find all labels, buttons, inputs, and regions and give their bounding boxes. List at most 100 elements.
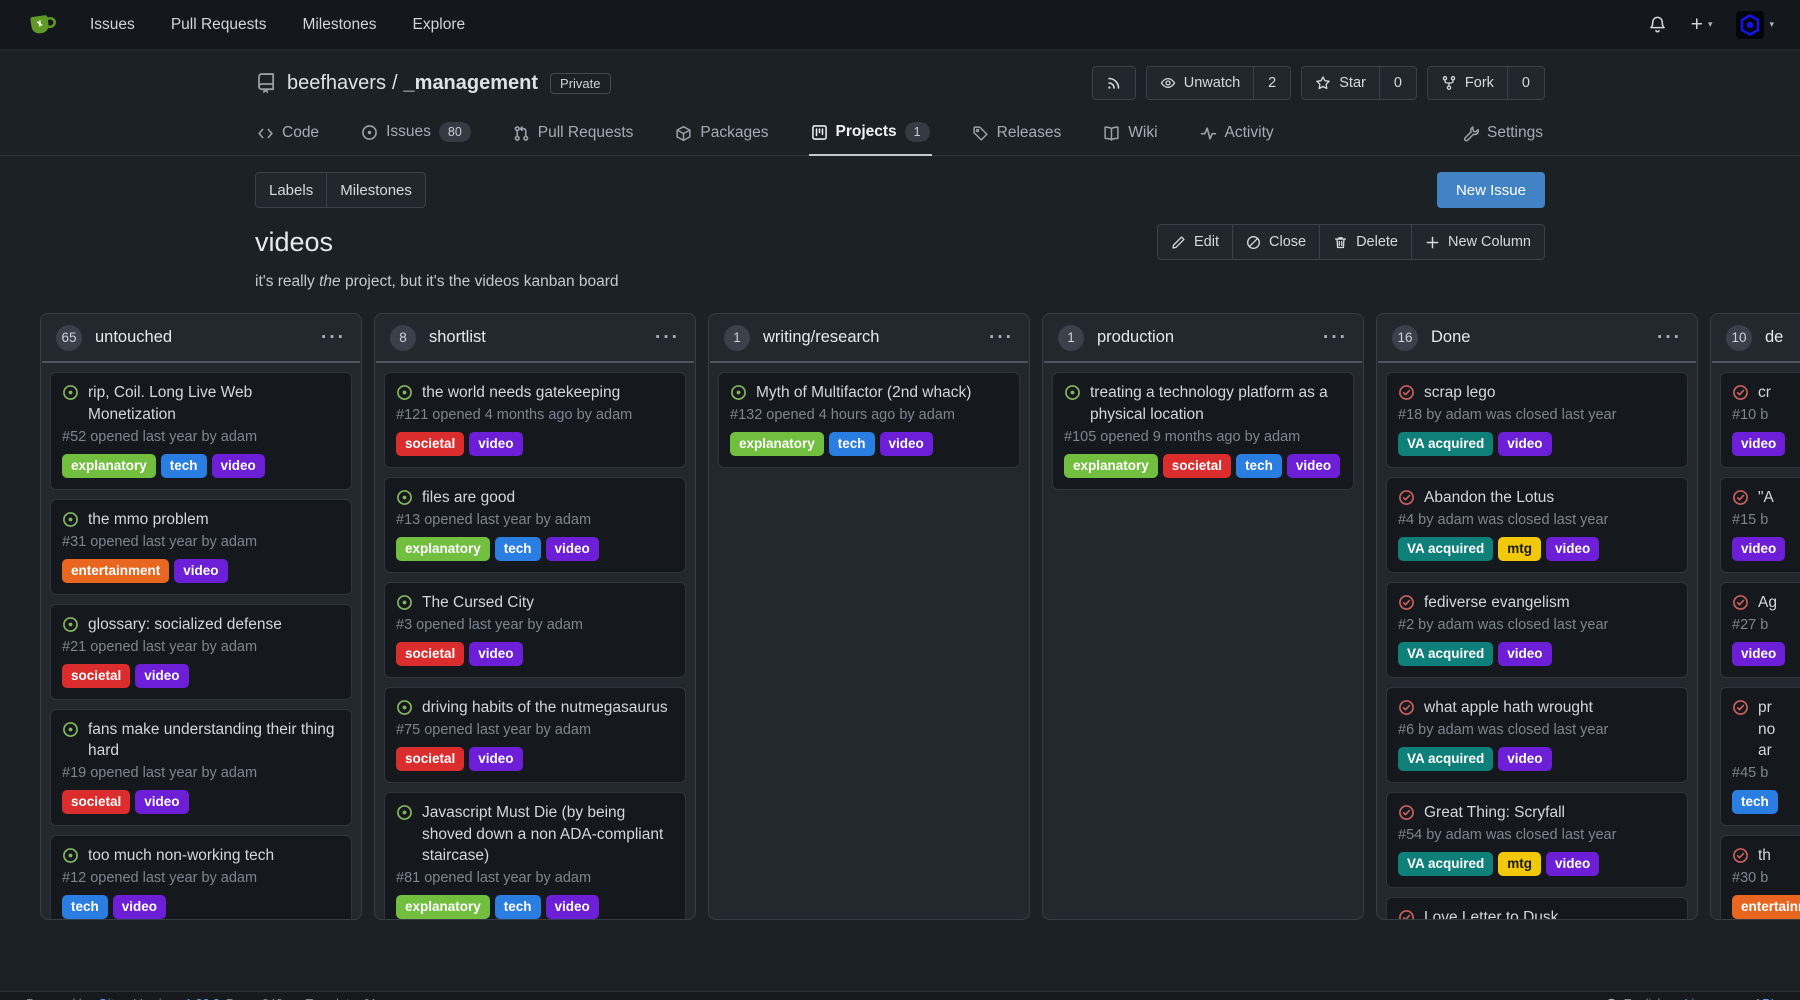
watchers-count[interactable]: 2: [1254, 66, 1291, 100]
issue-card[interactable]: treating a technology platform as a phys…: [1052, 372, 1354, 490]
issue-card[interactable]: what apple hath wrought#6 by adam was cl…: [1386, 687, 1688, 783]
column-title: writing/research: [763, 328, 879, 347]
column-menu-button[interactable]: ···: [1323, 332, 1348, 343]
issue-meta: #105 opened 9 months ago by adam: [1064, 429, 1342, 445]
issue-card[interactable]: the mmo problem#31 opened last year by a…: [50, 499, 352, 595]
issue-label: video: [1287, 454, 1340, 478]
column-header: 1writing/research···: [709, 314, 1029, 361]
issue-title-text: the mmo problem: [88, 509, 209, 531]
labels-milestones-group: Labels Milestones: [255, 172, 426, 208]
rss-button[interactable]: [1092, 66, 1136, 100]
column-menu-button[interactable]: ···: [321, 332, 346, 343]
issue-meta: #30 b: [1732, 870, 1800, 886]
issue-card[interactable]: Ag#27 bvideo: [1720, 582, 1800, 678]
close-button[interactable]: Close: [1233, 224, 1320, 260]
board-column: 8shortlist···the world needs gatekeeping…: [374, 313, 696, 920]
tab-code[interactable]: Code: [255, 118, 321, 156]
repo-book-icon: [255, 72, 277, 94]
tab-issues[interactable]: Issues 80: [359, 116, 473, 156]
issue-label: tech: [495, 537, 541, 561]
issue-card[interactable]: "A#15 bvideo: [1720, 477, 1800, 573]
issue-card[interactable]: The Cursed City#3 opened last year by ad…: [384, 582, 686, 678]
new-column-button[interactable]: New Column: [1412, 224, 1545, 260]
nav-explore[interactable]: Explore: [413, 16, 466, 34]
stars-count[interactable]: 0: [1380, 66, 1417, 100]
issue-card[interactable]: cr#10 bvideo: [1720, 372, 1800, 468]
notifications-bell-icon[interactable]: [1648, 15, 1667, 34]
issue-card[interactable]: Myth of Multifactor (2nd whack)#132 open…: [718, 372, 1020, 468]
issue-card[interactable]: pr no ar#45 btech: [1720, 687, 1800, 826]
project-toolbar: Labels Milestones New Issue: [255, 172, 1545, 208]
fork-button[interactable]: Fork: [1427, 66, 1508, 100]
star-button[interactable]: Star: [1301, 66, 1380, 100]
column-menu-button[interactable]: ···: [989, 332, 1014, 343]
issue-card[interactable]: the world needs gatekeeping#121 opened 4…: [384, 372, 686, 468]
unwatch-button[interactable]: Unwatch: [1146, 66, 1254, 100]
issue-open-icon: [396, 594, 413, 614]
tab-activity[interactable]: Activity: [1198, 118, 1276, 156]
milestones-button[interactable]: Milestones: [327, 172, 426, 208]
issue-card-title: the world needs gatekeeping: [396, 382, 674, 404]
labels-button[interactable]: Labels: [255, 172, 327, 208]
issue-card[interactable]: rip, Coil. Long Live Web Monetization#52…: [50, 372, 352, 490]
chevron-down-icon: ▾: [1769, 19, 1774, 30]
issue-title-text: Love Letter to Dusk: [1424, 907, 1558, 919]
edit-button[interactable]: Edit: [1157, 224, 1233, 260]
issue-card[interactable]: th#30 bentertainment: [1720, 835, 1800, 919]
column-menu-button[interactable]: ···: [655, 332, 680, 343]
navbar-right: + ▾ ▾: [1648, 11, 1774, 39]
issue-card[interactable]: scrap lego#18 by adam was closed last ye…: [1386, 372, 1688, 468]
new-issue-button[interactable]: New Issue: [1437, 172, 1545, 208]
issue-card[interactable]: Abandon the Lotus#4 by adam was closed l…: [1386, 477, 1688, 573]
forks-count[interactable]: 0: [1508, 66, 1545, 100]
project-actions: Edit Close Delete New Column: [1157, 224, 1545, 260]
issue-closed-icon: [1398, 804, 1415, 824]
user-menu[interactable]: ▾: [1736, 11, 1774, 39]
column-count: 16: [1392, 325, 1418, 351]
issue-card[interactable]: driving habits of the nutmegasaurus#75 o…: [384, 687, 686, 783]
column-title: de: [1765, 328, 1783, 347]
tab-wiki[interactable]: Wiki: [1101, 118, 1159, 156]
issue-title-text: Great Thing: Scryfall: [1424, 802, 1565, 824]
issue-labels: societalvideo: [62, 790, 340, 814]
issue-card[interactable]: fediverse evangelism#2 by adam was close…: [1386, 582, 1688, 678]
eye-icon: [1160, 75, 1176, 91]
delete-button[interactable]: Delete: [1320, 224, 1412, 260]
issue-label: video: [880, 432, 933, 456]
create-new-button[interactable]: + ▾: [1691, 14, 1713, 35]
nav-pull-requests[interactable]: Pull Requests: [171, 16, 267, 34]
issue-title-text: fediverse evangelism: [1424, 592, 1570, 614]
issue-card[interactable]: fans make understanding their thing hard…: [50, 709, 352, 827]
tab-settings[interactable]: Settings: [1460, 118, 1545, 156]
issue-card[interactable]: Great Thing: Scryfall#54 by adam was clo…: [1386, 792, 1688, 888]
issue-meta: #75 opened last year by adam: [396, 722, 674, 738]
repo-owner-link[interactable]: beefhavers: [287, 72, 386, 94]
tab-releases[interactable]: Releases: [970, 118, 1064, 156]
tab-packages[interactable]: Packages: [673, 118, 770, 156]
issue-label: entertainment: [62, 559, 169, 583]
issue-meta: #18 by adam was closed last year: [1398, 407, 1676, 423]
tab-pull-requests[interactable]: Pull Requests: [511, 118, 636, 156]
issue-closed-icon: [1398, 909, 1415, 919]
issue-title-text: fans make understanding their thing hard: [88, 719, 340, 762]
issue-card[interactable]: too much non-working tech#12 opened last…: [50, 835, 352, 919]
issue-card[interactable]: Love Letter to Dusk#57 by adam was close…: [1386, 897, 1688, 919]
column-menu-button[interactable]: ···: [1657, 332, 1682, 343]
issue-label: explanatory: [396, 895, 490, 919]
column-header: 65untouched···: [41, 314, 361, 361]
nav-milestones[interactable]: Milestones: [302, 16, 376, 34]
issue-closed-icon: [1732, 847, 1749, 867]
issue-card[interactable]: Javascript Must Die (by being shoved dow…: [384, 792, 686, 919]
issue-meta: #3 opened last year by adam: [396, 617, 674, 633]
column-cards: treating a technology platform as a phys…: [1043, 363, 1363, 919]
gitea-logo[interactable]: [26, 10, 56, 40]
fork-icon: [1441, 75, 1457, 91]
issue-card[interactable]: files are good#13 opened last year by ad…: [384, 477, 686, 573]
repo-name-link[interactable]: _management: [404, 72, 539, 94]
repo-header: beefhavers/_management Private U: [0, 50, 1800, 156]
issue-card[interactable]: glossary: socialized defense#21 opened l…: [50, 604, 352, 700]
issue-label: entertainment: [1732, 895, 1800, 919]
nav-issues[interactable]: Issues: [90, 16, 135, 34]
issue-meta: #12 opened last year by adam: [62, 870, 340, 886]
tab-projects[interactable]: Projects 1: [809, 116, 932, 156]
